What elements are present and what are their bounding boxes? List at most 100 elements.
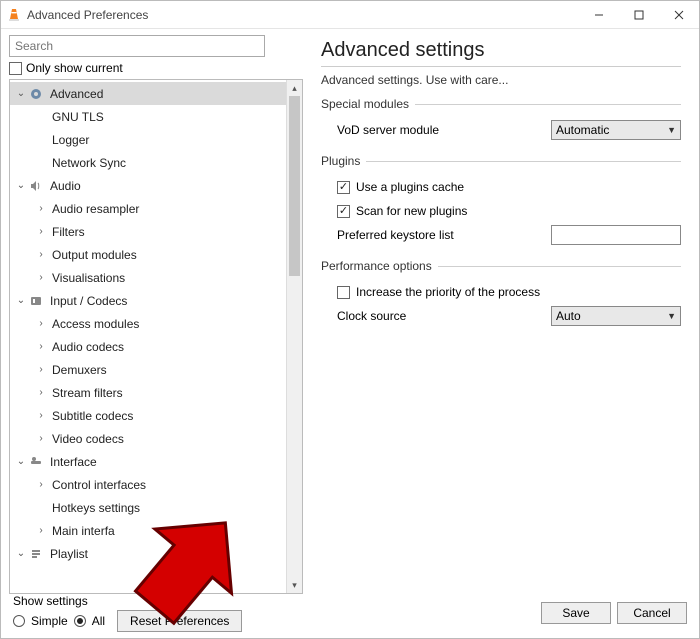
radio-simple-label: Simple (31, 614, 68, 628)
tree-label: GNU TLS (48, 110, 104, 124)
group-title: Performance options (321, 259, 432, 274)
chevron-down-icon: ▼ (667, 125, 676, 135)
chevron-right-icon[interactable]: › (34, 226, 48, 237)
chevron-right-icon[interactable]: › (34, 341, 48, 352)
tree-item-interface[interactable]: ⌄ Interface (10, 450, 286, 473)
tree-item-audio[interactable]: ⌄ Audio (10, 174, 286, 197)
increase-priority-checkbox[interactable] (337, 286, 350, 299)
tree-item-control-interfaces[interactable]: ›Control interfaces (10, 473, 286, 496)
tree-label: Stream filters (48, 386, 123, 400)
tree-label: Control interfaces (48, 478, 146, 492)
tree-item-hotkeys-settings[interactable]: ›Hotkeys settings (10, 496, 286, 519)
group-title: Plugins (321, 154, 360, 169)
reset-preferences-button[interactable]: Reset Preferences (117, 610, 242, 632)
chevron-down-icon[interactable]: ⌄ (14, 456, 28, 467)
vod-label: VoD server module (337, 123, 551, 137)
tree-label: Hotkeys settings (48, 501, 140, 515)
tree-label: Input / Codecs (46, 294, 127, 308)
chevron-right-icon[interactable]: › (34, 249, 48, 260)
tree-item-filters[interactable]: ›Filters (10, 220, 286, 243)
chevron-right-icon[interactable]: › (34, 410, 48, 421)
only-show-current-row[interactable]: Only show current (9, 61, 303, 75)
body: Only show current ⌄ Advanced GNU TLS Log… (1, 29, 699, 594)
group-title: Special modules (321, 97, 409, 112)
cancel-button[interactable]: Cancel (617, 602, 687, 624)
panel-heading: Advanced settings (321, 39, 681, 62)
chevron-down-icon[interactable]: ⌄ (14, 180, 28, 191)
tree-label: Output modules (48, 248, 137, 262)
tree-item-gnu-tls[interactable]: GNU TLS (10, 105, 286, 128)
chevron-right-icon[interactable]: › (34, 387, 48, 398)
group-special-modules: Special modules VoD server module Automa… (321, 97, 681, 144)
maximize-button[interactable] (619, 1, 659, 29)
tree-item-output-modules[interactable]: ›Output modules (10, 243, 286, 266)
tree-item-subtitle-codecs[interactable]: ›Subtitle codecs (10, 404, 286, 427)
scroll-up-icon[interactable]: ▴ (287, 80, 302, 96)
footer-left: Show settings Simple All Reset Preferenc… (13, 594, 242, 632)
chevron-right-icon[interactable]: › (34, 318, 48, 329)
tree-item-playlist[interactable]: ⌄ Playlist (10, 542, 286, 565)
tree-label: Subtitle codecs (48, 409, 133, 423)
group-plugins: Plugins Use a plugins cache Scan for new… (321, 154, 681, 249)
minimize-button[interactable] (579, 1, 619, 29)
increase-priority-label: Increase the priority of the process (356, 285, 540, 299)
scroll-down-icon[interactable]: ▾ (287, 577, 302, 593)
show-settings-label: Show settings (13, 594, 242, 608)
tree-item-input-codecs[interactable]: ⌄ Input / Codecs (10, 289, 286, 312)
app-icon (7, 8, 21, 22)
tree-label: Advanced (46, 87, 103, 101)
chevron-right-icon[interactable]: › (34, 364, 48, 375)
vod-select[interactable]: Automatic ▼ (551, 120, 681, 140)
tree-item-logger[interactable]: Logger (10, 128, 286, 151)
radio-simple[interactable] (13, 615, 25, 627)
interface-icon (28, 454, 44, 470)
tree-label: Interface (46, 455, 97, 469)
search-input[interactable] (9, 35, 265, 57)
chevron-right-icon[interactable]: › (34, 479, 48, 490)
tree-scrollbar[interactable]: ▴ ▾ (286, 80, 302, 593)
close-button[interactable] (659, 1, 699, 29)
tree-item-network-sync[interactable]: Network Sync (10, 151, 286, 174)
tree-label: Demuxers (48, 363, 107, 377)
tree-item-access-modules[interactable]: ›Access modules (10, 312, 286, 335)
keystore-input[interactable] (551, 225, 681, 245)
scroll-thumb[interactable] (289, 96, 300, 276)
tree-label: Playlist (46, 547, 88, 561)
settings-tree[interactable]: ⌄ Advanced GNU TLS Logger Network Sync ⌄… (10, 80, 286, 593)
chevron-right-icon[interactable]: › (34, 203, 48, 214)
left-panel: Only show current ⌄ Advanced GNU TLS Log… (9, 35, 303, 594)
group-performance: Performance options Increase the priorit… (321, 259, 681, 330)
tree-item-demuxers[interactable]: ›Demuxers (10, 358, 286, 381)
footer: Show settings Simple All Reset Preferenc… (1, 594, 699, 638)
gear-icon (28, 86, 44, 102)
tree-label: Access modules (48, 317, 139, 331)
scan-new-plugins-checkbox[interactable] (337, 205, 350, 218)
chevron-down-icon: ▼ (667, 311, 676, 321)
tree-item-visualisations[interactable]: ›Visualisations (10, 266, 286, 289)
chevron-down-icon[interactable]: ⌄ (14, 548, 28, 559)
chevron-right-icon[interactable]: › (34, 525, 48, 536)
tree-container: ⌄ Advanced GNU TLS Logger Network Sync ⌄… (9, 79, 303, 594)
tree-item-video-codecs[interactable]: ›Video codecs (10, 427, 286, 450)
tree-item-audio-codecs[interactable]: ›Audio codecs (10, 335, 286, 358)
tree-item-stream-filters[interactable]: ›Stream filters (10, 381, 286, 404)
chevron-right-icon[interactable]: › (34, 272, 48, 283)
checkbox-icon[interactable] (9, 62, 22, 75)
chevron-right-icon[interactable]: › (34, 433, 48, 444)
tree-label: Audio codecs (48, 340, 124, 354)
tree-item-advanced[interactable]: ⌄ Advanced (10, 82, 286, 105)
tree-item-audio-resampler[interactable]: ›Audio resampler (10, 197, 286, 220)
scan-new-plugins-label: Scan for new plugins (356, 204, 467, 218)
select-value: Auto (556, 309, 581, 323)
chevron-down-icon[interactable]: ⌄ (14, 88, 28, 99)
tree-item-main-interfaces[interactable]: ›Main interfa (10, 519, 286, 542)
radio-all[interactable] (74, 615, 86, 627)
right-panel: Advanced settings Advanced settings. Use… (303, 35, 691, 594)
chevron-down-icon[interactable]: ⌄ (14, 295, 28, 306)
tree-label: Video codecs (48, 432, 124, 446)
save-button[interactable]: Save (541, 602, 611, 624)
use-plugins-cache-checkbox[interactable] (337, 181, 350, 194)
keystore-label: Preferred keystore list (337, 228, 551, 242)
codec-icon (28, 293, 44, 309)
clock-source-select[interactable]: Auto ▼ (551, 306, 681, 326)
